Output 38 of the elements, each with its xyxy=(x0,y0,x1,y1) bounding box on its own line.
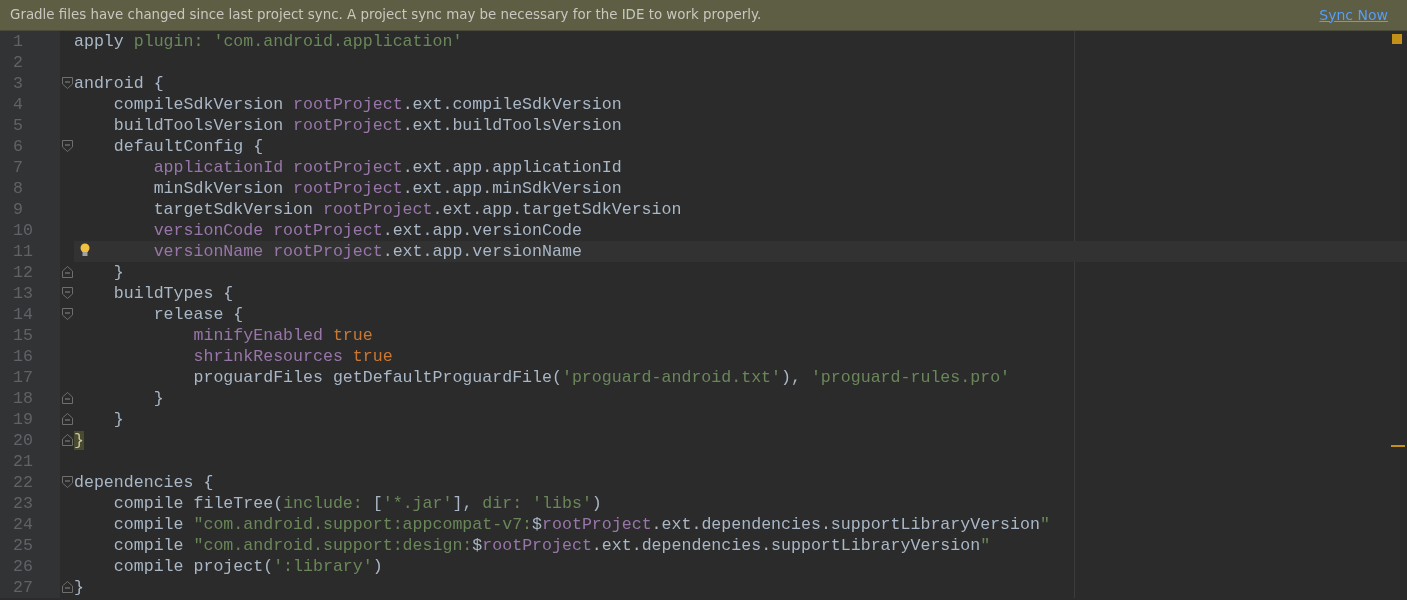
code-line: minSdkVersion rootProject.ext.app.minSdkVersion xyxy=(153,178,622,199)
code-line: release { xyxy=(153,304,244,325)
warning-marker-icon[interactable] xyxy=(1392,34,1402,44)
code-line: buildToolsVersion rootProject.ext.buildToolsVersion xyxy=(113,115,622,136)
code-line: } xyxy=(74,577,84,598)
code-line: compile "com.android.support:appcompat-v7:$rootProject.ext.dependencies.supportLibraryVersion" xyxy=(113,514,1050,535)
code-line: } xyxy=(113,409,124,430)
code-line: compile "com.android.support:design:$rootProject.ext.dependencies.supportLibraryVersion" xyxy=(113,535,991,556)
sync-now-link[interactable]: Sync Now xyxy=(1319,4,1388,26)
code-line: } xyxy=(113,262,124,283)
fold-icon[interactable] xyxy=(62,308,73,320)
code-line: versionName rootProject.ext.app.versionName xyxy=(153,241,582,262)
lightbulb-icon[interactable] xyxy=(80,243,90,257)
unfold-end-icon[interactable] xyxy=(62,413,73,425)
code-line: buildTypes { xyxy=(113,283,234,304)
code-line: defaultConfig { xyxy=(113,136,264,157)
code-line: minifyEnabled true xyxy=(193,325,373,346)
fold-icon[interactable] xyxy=(62,287,73,299)
fold-icon[interactable] xyxy=(62,140,73,152)
unfold-end-icon[interactable] xyxy=(62,266,73,278)
unfold-end-icon[interactable] xyxy=(62,581,73,593)
code-line: apply plugin: 'com.android.application' xyxy=(74,31,463,52)
code-line: shrinkResources true xyxy=(193,346,393,367)
code-line: proguardFiles getDefaultProguardFile('proguard-android.txt'), 'proguard-rules.pro' xyxy=(193,367,1011,388)
code-line: } xyxy=(153,388,164,409)
code-line: targetSdkVersion rootProject.ext.app.targetSdkVersion xyxy=(153,199,682,220)
fold-icon[interactable] xyxy=(62,77,73,89)
code-line: compile fileTree(include: ['*.jar'], dir: 'libs') xyxy=(113,493,602,514)
code-line: compileSdkVersion rootProject.ext.compileSdkVersion xyxy=(113,94,622,115)
code-line: versionCode rootProject.ext.app.versionCode xyxy=(153,220,582,241)
code-line: compile project(':library') xyxy=(113,556,383,577)
code-line: android { xyxy=(74,73,164,94)
sync-message: Gradle files have changed since last project sync. A project sync may be necessary for the IDE to work properly. xyxy=(10,5,762,24)
code-line: dependencies { xyxy=(74,472,214,493)
code-line: applicationId rootProject.ext.app.applicationId xyxy=(153,157,622,178)
unfold-end-icon[interactable] xyxy=(62,434,73,446)
fold-icon[interactable] xyxy=(62,476,73,488)
unfold-end-icon[interactable] xyxy=(62,392,73,404)
